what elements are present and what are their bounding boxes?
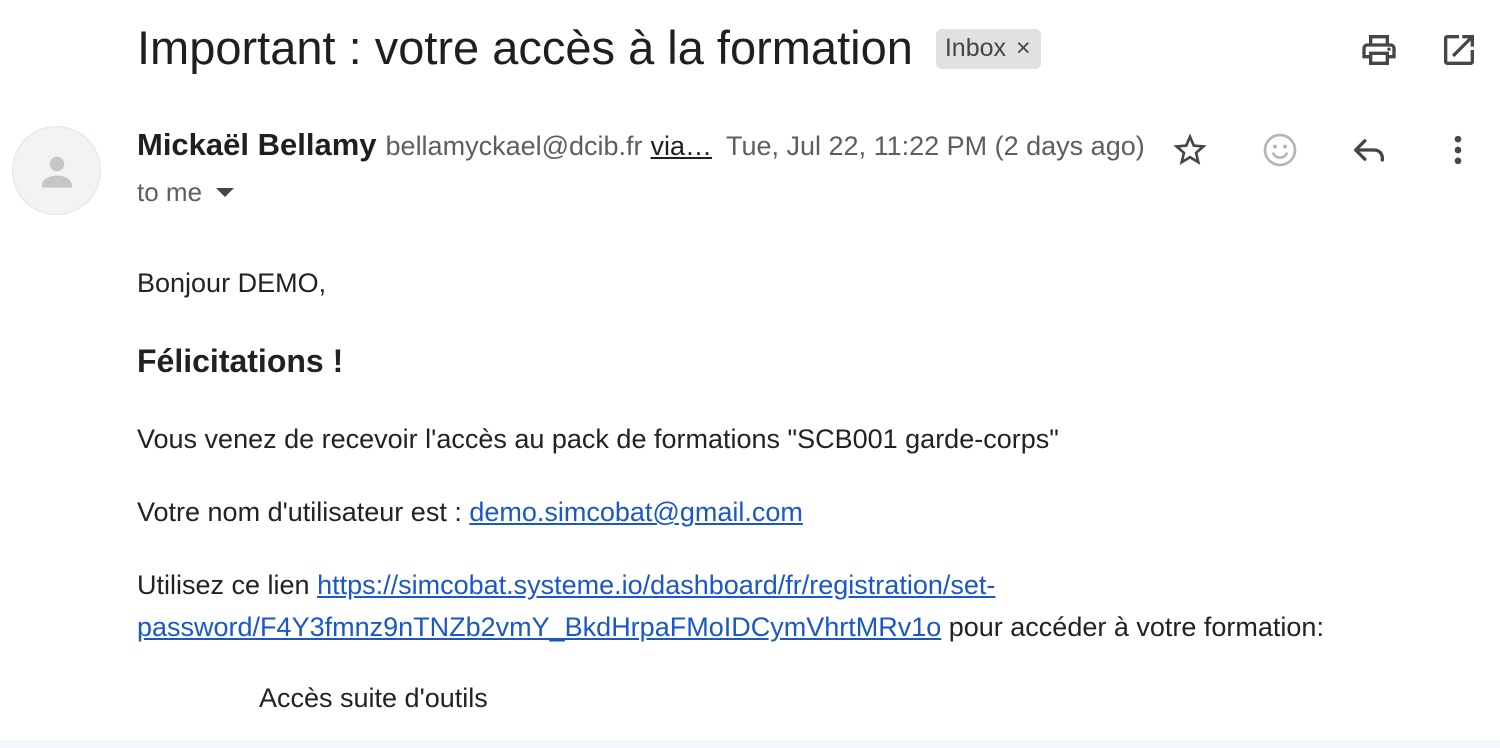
email-subject: Important : votre accès à la formation xyxy=(137,21,913,74)
recipient-details-toggle[interactable]: to me xyxy=(137,177,235,208)
open-in-new-window-button[interactable] xyxy=(1437,28,1481,72)
username-email-link[interactable]: demo.simcobat@gmail.com xyxy=(469,497,803,527)
set-password-link-line1: https://simcobat.systeme.io/dashboard/fr… xyxy=(317,570,996,600)
sender-info: Mickaël Bellamy bellamyckael@dcib.fr via… xyxy=(137,127,712,163)
chevron-down-icon xyxy=(216,188,235,197)
print-icon xyxy=(1362,35,1396,65)
sender-name[interactable]: Mickaël Bellamy xyxy=(137,127,377,163)
username-prefix: Votre nom d'utilisateur est : xyxy=(137,497,470,527)
greeting-text: Bonjour DEMO, xyxy=(137,268,327,298)
tools-access-text: Accès suite d'outils xyxy=(259,683,488,713)
congratulations-heading: Félicitations ! xyxy=(137,343,344,379)
link-suffix: pour accéder à votre formation: xyxy=(941,612,1324,642)
more-options-button[interactable] xyxy=(1434,126,1482,174)
link-prefix: Utilisez ce lien xyxy=(137,570,318,600)
inbox-label-chip[interactable]: Inbox × xyxy=(935,28,1041,69)
recipient-text: to me xyxy=(137,177,203,207)
reply-icon xyxy=(1354,139,1384,162)
print-all-button[interactable] xyxy=(1357,28,1401,72)
emoji-reaction-icon xyxy=(1263,133,1297,167)
sender-via-link[interactable]: via… xyxy=(651,131,713,162)
sender-email: bellamyckael@dcib.fr xyxy=(385,131,643,161)
inbox-label-text: Inbox xyxy=(944,34,1007,62)
set-password-link-line2: password/F4Y3fmnz9nTNZb2vmY_BkdHrpaFMoID… xyxy=(137,612,942,642)
remove-label-button[interactable]: × xyxy=(1016,34,1031,63)
add-reaction-button[interactable] xyxy=(1256,126,1304,174)
star-icon xyxy=(1173,133,1207,165)
subject-row: Important : votre accès à la formation I… xyxy=(137,20,1041,75)
person-avatar-icon xyxy=(41,156,72,188)
message-body: Bonjour DEMO, Félicitations ! Vous venez… xyxy=(137,262,1477,719)
more-vertical-icon xyxy=(1454,135,1462,165)
bottom-divider xyxy=(0,740,1500,748)
sender-avatar[interactable] xyxy=(12,126,101,215)
star-button[interactable] xyxy=(1166,126,1214,174)
username-paragraph: Votre nom d'utilisateur est : demo.simco… xyxy=(137,491,1477,533)
link-paragraph: Utilisez ce lien https://simcobat.system… xyxy=(137,564,1477,648)
access-paragraph: Vous venez de recevoir l'accès au pack d… xyxy=(137,424,1059,454)
reply-button[interactable] xyxy=(1345,126,1393,174)
open-in-new-window-icon xyxy=(1444,35,1474,65)
message-date: Tue, Jul 22, 11:22 PM (2 days ago) xyxy=(726,131,1145,161)
